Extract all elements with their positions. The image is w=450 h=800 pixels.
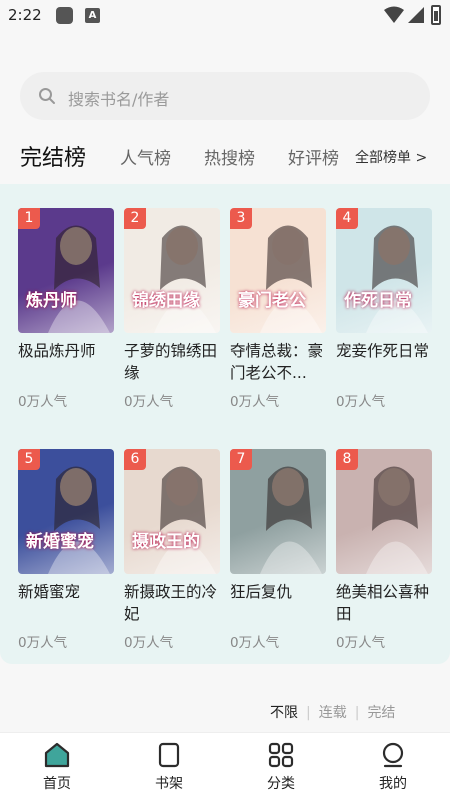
- book-card[interactable]: 8 绝美相公喜种田 0万人气: [336, 449, 432, 651]
- rank-badge: 7: [230, 449, 252, 470]
- rank-badge: 4: [336, 208, 358, 229]
- nav-profile-label: 我的: [379, 776, 407, 792]
- book-title[interactable]: 宠妾作死日常: [336, 340, 432, 384]
- filter-divider: |: [306, 705, 311, 721]
- search-icon: [39, 88, 55, 104]
- book-cover-image[interactable]: 新婚蜜宠 5: [18, 449, 114, 574]
- book-card[interactable]: 炼丹师 1 极品炼丹师 0万人气: [18, 208, 114, 410]
- book-card[interactable]: 新婚蜜宠 5 新婚蜜宠 0万人气: [18, 449, 114, 651]
- rank-badge: 6: [124, 449, 146, 470]
- book-popularity: 0万人气: [124, 635, 174, 651]
- status-bar: 2:22 A: [0, 0, 450, 32]
- book-title[interactable]: 夺情总裁：豪门老公不...: [230, 340, 326, 384]
- home-icon: [44, 742, 70, 768]
- search-placeholder: 搜索书名/作者: [68, 90, 170, 109]
- cover-title-text: 豪门老公: [238, 291, 306, 311]
- nav-profile[interactable]: 我的: [363, 741, 423, 793]
- wifi-icon: [384, 6, 404, 23]
- filter-all[interactable]: 不限: [270, 702, 298, 722]
- nav-bookshelf[interactable]: 书架: [139, 741, 199, 793]
- nav-home-label: 首页: [43, 776, 71, 792]
- book-card[interactable]: 锦绣田缘 2 子萝的锦绣田缘 0万人气: [124, 208, 220, 410]
- tab-good-reviews[interactable]: 好评榜: [288, 144, 339, 169]
- book-title[interactable]: 极品炼丹师: [18, 340, 114, 384]
- nav-category-label: 分类: [267, 776, 295, 792]
- bookshelf-icon: [158, 742, 180, 768]
- book-card[interactable]: 豪门老公 3 夺情总裁：豪门老公不... 0万人气: [230, 208, 326, 410]
- profile-icon: [382, 742, 404, 768]
- book-cover-image[interactable]: 摄政王的 6: [124, 449, 220, 574]
- rank-badge: 2: [124, 208, 146, 229]
- status-filter: 不限 | 连载 | 完结: [270, 702, 395, 722]
- all-rankings-link[interactable]: 全部榜单 >: [355, 147, 427, 167]
- tab-completed[interactable]: 完结榜: [20, 140, 86, 172]
- signal-icon: [408, 7, 424, 23]
- book-title[interactable]: 新摄政王的冷妃: [124, 581, 220, 625]
- book-cover-image[interactable]: 炼丹师 1: [18, 208, 114, 333]
- book-cover-image[interactable]: 8: [336, 449, 432, 574]
- book-popularity: 0万人气: [336, 635, 386, 651]
- tab-popular[interactable]: 人气榜: [120, 144, 171, 169]
- filter-serializing[interactable]: 连载: [319, 702, 347, 722]
- cover-title-text: 锦绣田缘: [132, 291, 200, 311]
- search-bar[interactable]: 搜索书名/作者: [20, 72, 430, 120]
- book-card[interactable]: 7 狂后复仇 0万人气: [230, 449, 326, 651]
- tab-hot-search[interactable]: 热搜榜: [204, 144, 255, 169]
- status-time: 2:22: [8, 6, 42, 24]
- cover-title-text: 摄政王的: [132, 532, 200, 552]
- book-cover-image[interactable]: 锦绣田缘 2: [124, 208, 220, 333]
- book-popularity: 0万人气: [336, 394, 386, 410]
- book-popularity: 0万人气: [230, 635, 280, 651]
- book-popularity: 0万人气: [230, 394, 280, 410]
- ranking-tabs: 完结榜 人气榜 热搜榜 好评榜 全部榜单 >: [0, 138, 450, 174]
- nav-category[interactable]: 分类: [251, 741, 311, 793]
- cover-title-text: 新婚蜜宠: [26, 532, 94, 552]
- rank-badge: 5: [18, 449, 40, 470]
- bottom-nav: 首页 书架 分类 我的: [0, 732, 450, 800]
- book-cover-image[interactable]: 豪门老公 3: [230, 208, 326, 333]
- book-cover-image[interactable]: 作死日常 4: [336, 208, 432, 333]
- notification-square-icon: [56, 7, 73, 24]
- nav-bookshelf-label: 书架: [155, 776, 183, 792]
- notification-a-icon: A: [85, 8, 100, 23]
- book-cover-image[interactable]: 7: [230, 449, 326, 574]
- cover-title-text: 炼丹师: [26, 291, 77, 311]
- book-card[interactable]: 摄政王的 6 新摄政王的冷妃 0万人气: [124, 449, 220, 651]
- book-popularity: 0万人气: [124, 394, 174, 410]
- rank-badge: 8: [336, 449, 358, 470]
- nav-home[interactable]: 首页: [27, 741, 87, 793]
- cover-title-text: 作死日常: [344, 291, 412, 311]
- book-title[interactable]: 狂后复仇: [230, 581, 326, 625]
- book-title[interactable]: 绝美相公喜种田: [336, 581, 432, 625]
- filter-completed[interactable]: 完结: [367, 702, 395, 722]
- rank-badge: 1: [18, 208, 40, 229]
- battery-icon: [431, 5, 441, 25]
- book-popularity: 0万人气: [18, 394, 68, 410]
- book-popularity: 0万人气: [18, 635, 68, 651]
- category-grid-icon: [268, 742, 294, 768]
- book-card[interactable]: 作死日常 4 宠妾作死日常 0万人气: [336, 208, 432, 410]
- filter-divider: |: [354, 705, 360, 721]
- rank-badge: 3: [230, 208, 252, 229]
- book-title[interactable]: 新婚蜜宠: [18, 581, 114, 625]
- book-title[interactable]: 子萝的锦绣田缘: [124, 340, 220, 384]
